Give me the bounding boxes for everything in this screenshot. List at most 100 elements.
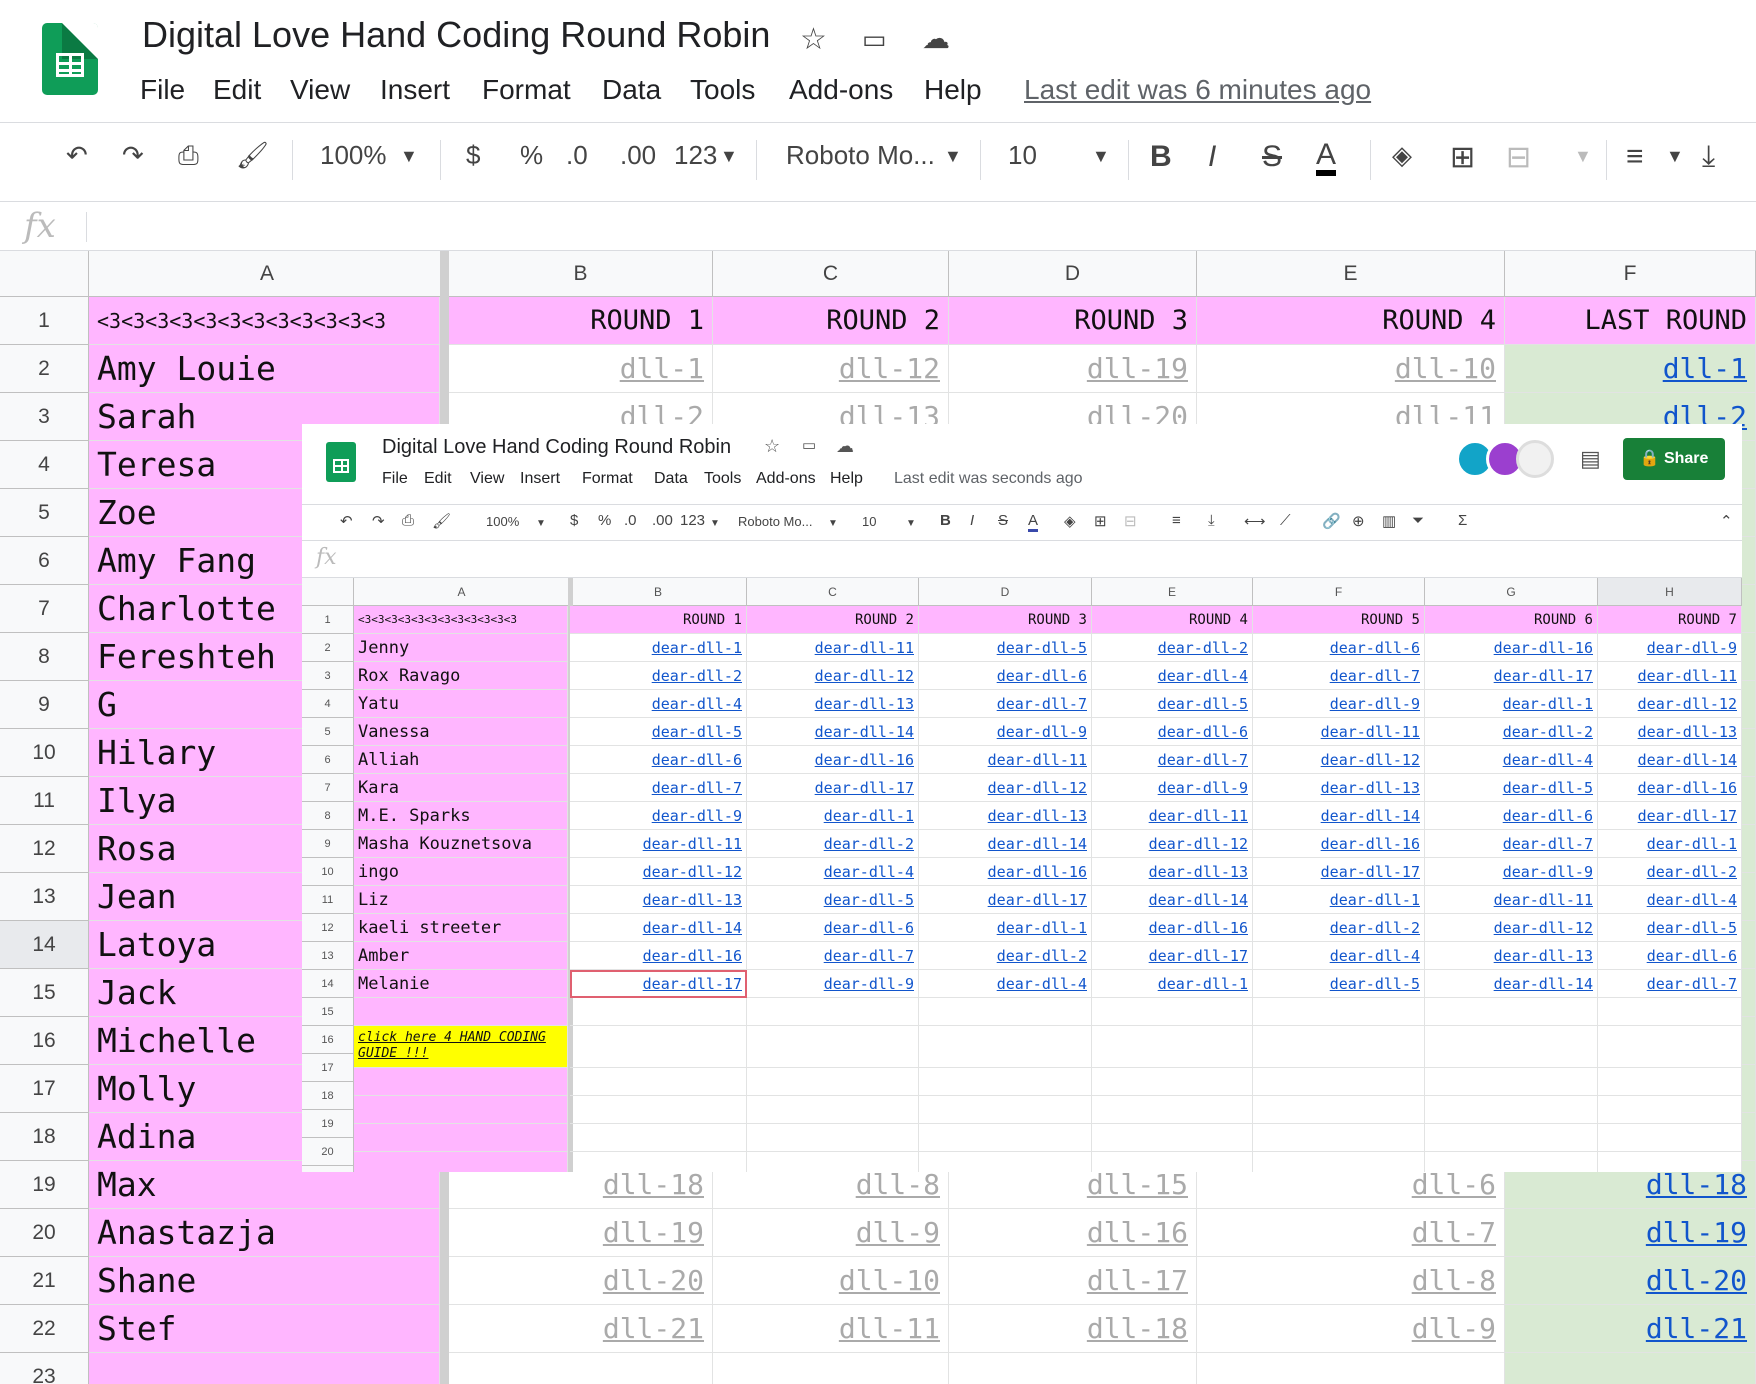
menu-insert[interactable]: Insert (380, 74, 450, 106)
percent-button[interactable]: % (598, 512, 611, 529)
link-cell[interactable]: dear-dll-7 (1092, 746, 1253, 774)
link-cell[interactable]: dear-dll-7 (1253, 662, 1425, 690)
paint-format-icon[interactable]: 🖌 (432, 512, 451, 530)
link-cell[interactable]: dear-dll-9 (1253, 690, 1425, 718)
link-cell[interactable]: dear-dll-5 (1425, 774, 1598, 802)
link-cell[interactable]: dear-dll-12 (919, 774, 1092, 802)
link-cell[interactable]: dear-dll-17 (1092, 942, 1253, 970)
link-cell[interactable]: dear-dll-13 (1092, 858, 1253, 886)
increase-decimal-button[interactable]: .00 (620, 140, 656, 171)
row-header[interactable]: 13 (0, 873, 89, 921)
name-cell[interactable]: Rox Ravago (354, 662, 568, 690)
link-cell[interactable]: dear-dll-1 (570, 634, 747, 662)
row-header[interactable]: 15 (302, 998, 354, 1026)
cell[interactable] (1253, 1096, 1425, 1124)
cell[interactable] (919, 1026, 1092, 1068)
name-cell[interactable] (354, 1068, 568, 1096)
menu-view[interactable]: View (470, 470, 504, 488)
font-size-dropdown-icon[interactable]: ▼ (1092, 146, 1110, 167)
bold-button[interactable]: B (1150, 140, 1172, 174)
cell[interactable] (1092, 998, 1253, 1026)
header-cell[interactable]: ROUND 4 (1092, 606, 1253, 634)
link-cell[interactable]: dear-dll-11 (1598, 662, 1742, 690)
column-header-e[interactable]: E (1092, 578, 1253, 606)
link-cell[interactable]: dll-17 (949, 1257, 1197, 1305)
menu-view[interactable]: View (290, 74, 350, 106)
link-cell[interactable]: dear-dll-11 (1253, 718, 1425, 746)
cell[interactable] (1425, 1124, 1598, 1152)
link-cell[interactable]: dear-dll-1 (1425, 690, 1598, 718)
link-cell[interactable]: dll-19 (949, 345, 1197, 393)
menu-file[interactable]: File (382, 470, 408, 488)
link-cell[interactable]: dll-21 (449, 1305, 713, 1353)
strikethrough-icon[interactable]: S (998, 512, 1008, 529)
cloud-status-icon[interactable]: ☁ (836, 436, 854, 457)
cell[interactable] (570, 1096, 747, 1124)
link-cell[interactable]: dear-dll-9 (1598, 634, 1742, 662)
merge-dropdown-icon[interactable]: ▼ (1574, 146, 1592, 167)
cell[interactable] (1425, 1026, 1598, 1068)
cell[interactable] (1598, 1068, 1742, 1096)
link-cell[interactable]: dear-dll-14 (1598, 746, 1742, 774)
column-header-a[interactable]: A (89, 251, 446, 297)
row-header[interactable]: 3 (302, 662, 354, 690)
column-header-h[interactable]: H (1598, 578, 1742, 606)
cell[interactable] (1598, 1026, 1742, 1068)
cell[interactable] (1425, 1152, 1598, 1172)
column-header-f[interactable]: F (1505, 251, 1756, 297)
link-cell[interactable]: dear-dll-7 (919, 690, 1092, 718)
cell[interactable] (747, 1096, 919, 1124)
name-cell[interactable]: Anastazja (89, 1209, 440, 1257)
link-cell[interactable]: dear-dll-4 (919, 970, 1092, 998)
name-cell[interactable]: ingo (354, 858, 568, 886)
row-header[interactable]: 12 (0, 825, 89, 873)
merge-cells-icon[interactable]: ⊟ (1506, 140, 1531, 175)
borders-icon[interactable]: ⊞ (1450, 140, 1475, 175)
name-cell[interactable]: Masha Kouznetsova (354, 830, 568, 858)
link-cell[interactable]: dear-dll-14 (919, 830, 1092, 858)
cell[interactable] (1425, 1096, 1598, 1124)
menu-add-ons[interactable]: Add-ons (756, 470, 816, 488)
cell[interactable] (1092, 1068, 1253, 1096)
link-cell[interactable]: dear-dll-11 (1425, 886, 1598, 914)
row-header[interactable]: 16 (302, 1026, 354, 1054)
link-cell[interactable]: dear-dll-11 (747, 634, 919, 662)
link-cell[interactable]: dear-dll-4 (1425, 746, 1598, 774)
link-cell[interactable]: dear-dll-6 (570, 746, 747, 774)
link-cell[interactable]: dear-dll-9 (747, 970, 919, 998)
name-cell[interactable] (354, 1124, 568, 1152)
link-cell[interactable]: dear-dll-12 (747, 662, 919, 690)
name-cell[interactable]: M.E. Sparks (354, 802, 568, 830)
link-cell[interactable]: dear-dll-11 (1092, 802, 1253, 830)
row-header[interactable]: 7 (0, 585, 89, 633)
link-cell[interactable]: dear-dll-6 (1425, 802, 1598, 830)
link-cell[interactable]: dll-21 (1505, 1305, 1756, 1353)
cell[interactable] (747, 1026, 919, 1068)
row-header[interactable]: 9 (302, 830, 354, 858)
name-cell[interactable] (354, 1152, 568, 1172)
row-header[interactable]: 14 (302, 970, 354, 998)
link-cell[interactable]: dear-dll-1 (747, 802, 919, 830)
font-dropdown-icon[interactable]: ▼ (828, 518, 838, 529)
row-header[interactable]: 9 (0, 681, 89, 729)
formula-bar[interactable]: fx (302, 540, 1742, 578)
cell[interactable] (570, 998, 747, 1026)
currency-button[interactable]: $ (466, 140, 480, 171)
column-header-c[interactable]: C (713, 251, 949, 297)
name-cell[interactable]: Yatu (354, 690, 568, 718)
row-header[interactable]: 18 (302, 1082, 354, 1110)
star-icon[interactable]: ☆ (764, 436, 780, 457)
menu-tools[interactable]: Tools (704, 470, 741, 488)
link-cell[interactable]: dear-dll-5 (919, 634, 1092, 662)
link-cell[interactable]: dear-dll-17 (1425, 662, 1598, 690)
cell[interactable] (713, 1353, 949, 1384)
menu-edit[interactable]: Edit (213, 74, 261, 106)
move-folder-icon[interactable]: ▭ (802, 436, 816, 454)
formats-dropdown-icon[interactable]: ▼ (710, 518, 720, 529)
link-cell[interactable]: dear-dll-9 (919, 718, 1092, 746)
name-cell[interactable]: Kara (354, 774, 568, 802)
link-cell[interactable]: dear-dll-14 (1092, 886, 1253, 914)
link-cell[interactable]: dear-dll-5 (1253, 970, 1425, 998)
cell[interactable] (919, 1152, 1092, 1172)
name-cell[interactable]: kaeli streeter (354, 914, 568, 942)
